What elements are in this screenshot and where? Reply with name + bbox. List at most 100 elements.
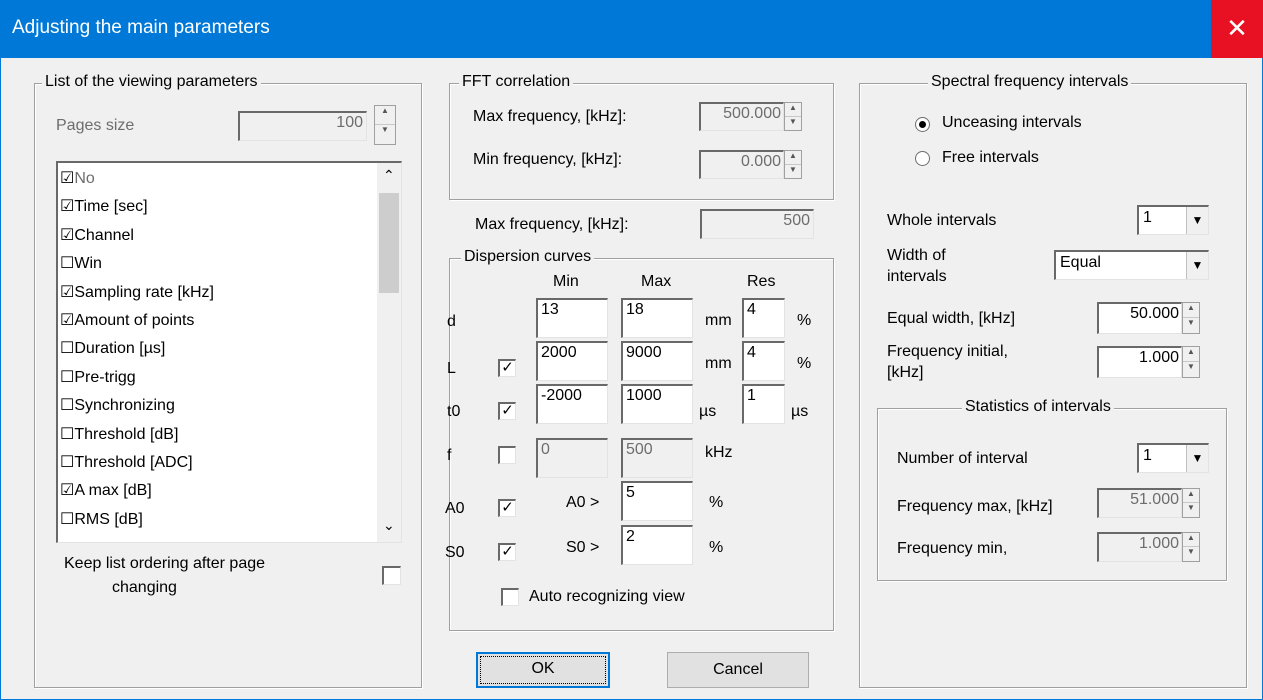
spin-up-icon[interactable]: ▲ [1183,347,1199,362]
list-item[interactable]: ☐Duration [µs] [60,335,165,363]
checked-box-icon[interactable]: ☑ [60,170,74,187]
d-max-input[interactable]: 18 [621,298,693,338]
frequency-initial-input[interactable]: 1.000 [1097,346,1182,378]
pages-size-input[interactable]: 100 [238,111,367,141]
f-min-input[interactable]: 0 [536,438,608,478]
list-item[interactable]: ☐Win [60,250,102,278]
checked-box-icon[interactable]: ☑ [60,312,74,329]
fft-min-spinner[interactable]: ▲ ▼ [784,150,802,179]
list-item-label: Time [sec] [74,198,148,216]
width-of-intervals-combo[interactable]: Equal ▼ [1054,250,1209,280]
frequency-max-spinner[interactable]: ▲ ▼ [1182,488,1200,518]
whole-intervals-value: 1 [1143,209,1152,226]
spin-up-icon[interactable]: ▲ [785,151,801,165]
t0-max-input[interactable]: 1000 [621,384,693,424]
spin-down-icon[interactable]: ▼ [375,125,395,144]
equal-width-spinner[interactable]: ▲ ▼ [1182,302,1200,334]
checked-box-icon[interactable]: ☑ [60,227,74,244]
unchecked-box-icon[interactable]: ☐ [60,369,74,386]
free-intervals-radio[interactable] [915,151,930,166]
checked-box-icon[interactable]: ☑ [60,482,74,499]
ok-button[interactable]: OK [476,652,610,688]
chevron-down-icon[interactable]: ▼ [1186,207,1208,234]
pages-size-spinner[interactable]: ▲ ▼ [374,105,396,145]
f-label: f [447,447,452,464]
window-title: Adjusting the main parameters [12,17,270,38]
spin-down-icon[interactable]: ▼ [1183,503,1199,517]
scroll-up-icon[interactable]: ⌃ [383,167,395,184]
fft-max-input[interactable]: 500.000 [699,102,784,131]
spin-up-icon[interactable]: ▲ [785,103,801,117]
list-item[interactable]: ☑Time [sec] [60,193,148,221]
list-item[interactable]: ☑Sampling rate [kHz] [60,279,214,307]
spin-up-icon[interactable]: ▲ [1183,489,1199,503]
frequency-max-input[interactable]: 51.000 [1097,488,1182,518]
d-res-input[interactable]: 4 [742,298,785,338]
list-item[interactable]: ☐Threshold [ADC] [60,449,193,477]
L-res-input[interactable]: 4 [742,341,785,381]
f-max-input[interactable]: 500 [621,438,693,478]
spin-up-icon[interactable]: ▲ [1183,303,1199,318]
viewing-parameters-list[interactable]: ☑No ☑Time [sec] ☑Channel ☐Win ☑Sampling rate… [56,161,402,543]
S0-checkbox[interactable]: ✓ [498,543,516,561]
list-item[interactable]: ☐Pre-trigg [60,364,136,392]
list-item[interactable]: ☑A max [dB] [60,477,152,505]
list-item-label: Win [74,255,102,273]
cancel-button[interactable]: Cancel [667,652,809,688]
list-item[interactable]: ☐Synchronizing [60,392,175,420]
number-of-interval-combo[interactable]: 1 ▼ [1137,443,1209,473]
spin-down-icon[interactable]: ▼ [785,117,801,131]
L-checkbox[interactable]: ✓ [498,359,516,377]
A0-checkbox[interactable]: ✓ [498,499,516,517]
f-checkbox[interactable] [498,446,516,464]
list-item[interactable]: ☐RMS [dB] [60,506,143,534]
unchecked-box-icon[interactable]: ☐ [60,511,74,528]
fft-max-spinner[interactable]: ▲ ▼ [784,102,802,131]
list-item[interactable]: ☑Channel [60,222,134,250]
S0-label: S0 [445,544,465,561]
equal-width-input[interactable]: 50.000 [1097,302,1182,334]
frequency-min-input[interactable]: 1.000 [1097,532,1182,562]
frequency-min-spinner[interactable]: ▲ ▼ [1182,532,1200,562]
fft-correlation-group [449,83,834,200]
fft-min-input[interactable]: 0.000 [699,150,784,179]
spin-down-icon[interactable]: ▼ [1183,362,1199,377]
unchecked-box-icon[interactable]: ☐ [60,426,74,443]
keep-order-label-1: Keep list ordering after page [64,555,266,572]
unchecked-box-icon[interactable]: ☐ [60,397,74,414]
frequency-initial-spinner[interactable]: ▲ ▼ [1182,346,1200,378]
checked-box-icon[interactable]: ☑ [60,284,74,301]
chevron-down-icon[interactable]: ▼ [1186,445,1208,472]
spin-down-icon[interactable]: ▼ [1183,547,1199,561]
S0-unit: % [709,539,724,556]
list-item[interactable]: ☑Amount of points [60,307,194,335]
S0-threshold-input[interactable]: 2 [621,525,693,565]
t0-min-input[interactable]: -2000 [536,384,608,424]
unceasing-radio[interactable] [915,117,930,132]
auto-recognize-checkbox[interactable] [501,588,519,606]
unchecked-box-icon[interactable]: ☐ [60,255,74,272]
L-min-input[interactable]: 2000 [536,341,608,381]
t0-checkbox[interactable]: ✓ [498,402,516,420]
scroll-down-icon[interactable]: ⌄ [383,517,395,534]
max-frequency-input[interactable]: 500 [700,209,814,239]
spin-down-icon[interactable]: ▼ [1183,318,1199,333]
spin-up-icon[interactable]: ▲ [375,106,395,125]
list-item[interactable]: ☐Threshold [dB] [60,421,178,449]
keep-order-checkbox[interactable] [382,566,401,585]
list-scrollbar[interactable]: ⌃ ⌄ [377,163,401,542]
checked-box-icon[interactable]: ☑ [60,198,74,215]
close-button[interactable]: ✕ [1211,0,1263,58]
unchecked-box-icon[interactable]: ☐ [60,340,74,357]
d-min-input[interactable]: 13 [536,298,608,338]
list-item[interactable]: ☑No [60,165,95,193]
whole-intervals-combo[interactable]: 1 ▼ [1137,205,1209,235]
A0-threshold-input[interactable]: 5 [621,481,693,521]
t0-res-input[interactable]: 1 [742,384,785,424]
unchecked-box-icon[interactable]: ☐ [60,454,74,471]
scroll-thumb[interactable] [379,193,399,293]
spin-up-icon[interactable]: ▲ [1183,533,1199,547]
chevron-down-icon[interactable]: ▼ [1186,252,1208,279]
spin-down-icon[interactable]: ▼ [785,165,801,179]
L-max-input[interactable]: 9000 [621,341,693,381]
